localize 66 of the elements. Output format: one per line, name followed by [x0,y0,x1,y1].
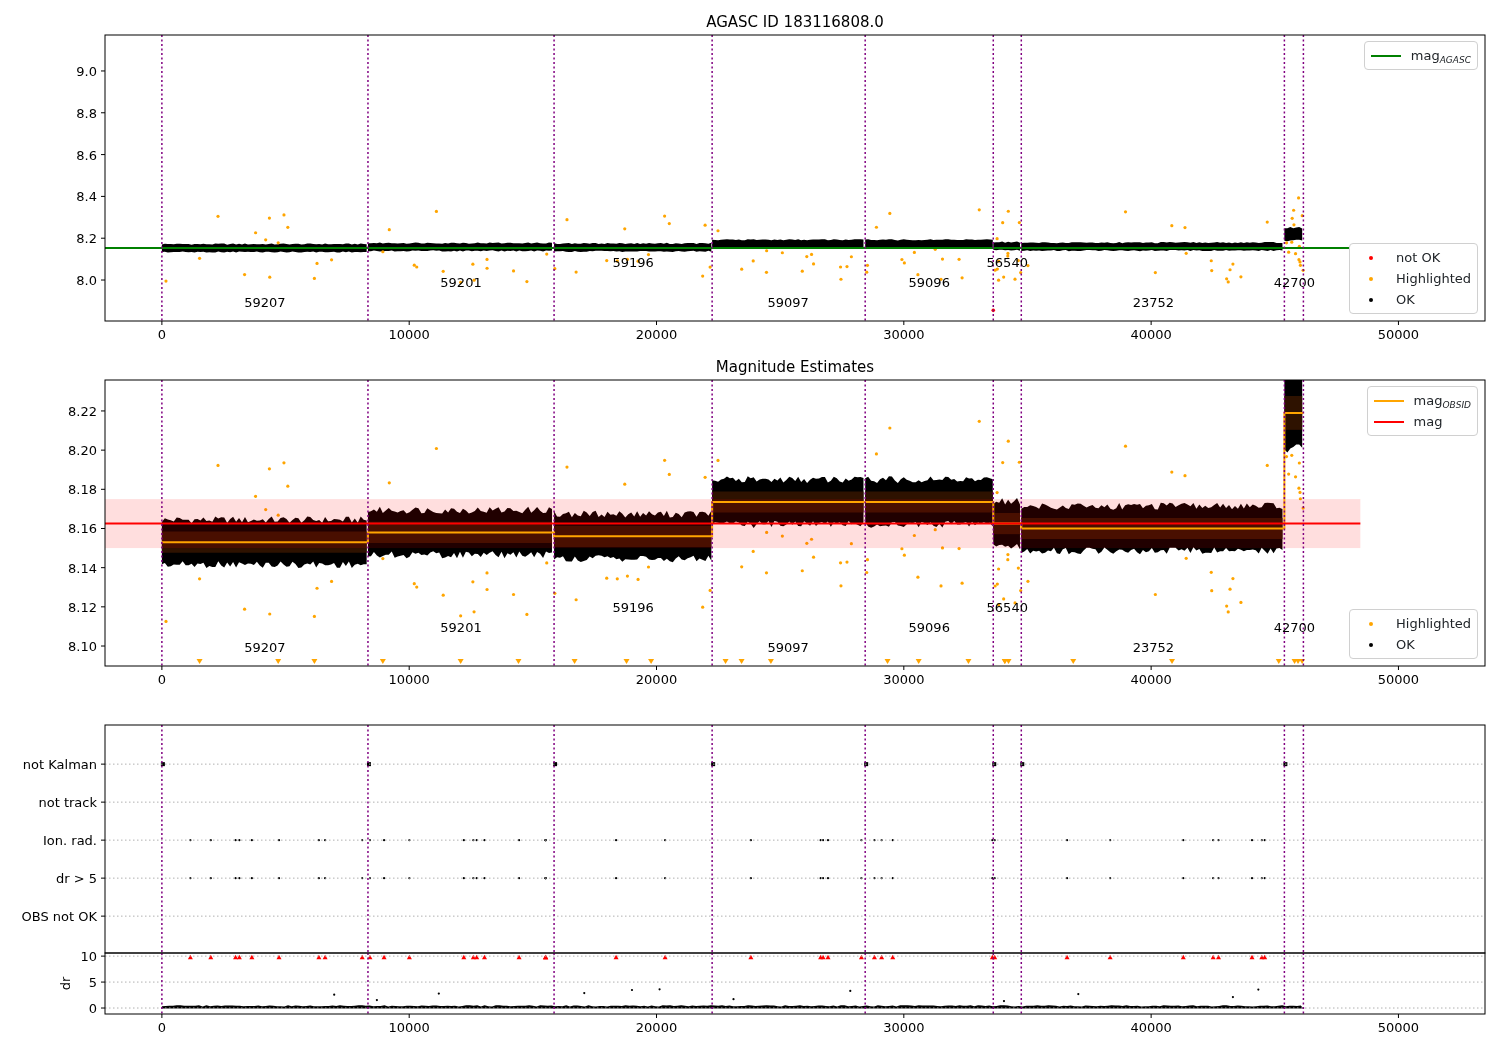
tick-label: 40000 [1130,1020,1172,1035]
tick-label: Ion. rad. [43,833,97,849]
obsid-label: 59201 [440,620,482,635]
axis-label: dr [58,976,73,991]
tick-label: 10 [80,949,97,965]
tick-label: 5 [88,975,97,991]
tick-label: 50000 [1377,1020,1420,1035]
legend-label: Highlighted [1396,615,1471,633]
tick-label: 30000 [883,1020,925,1035]
tick-label: 9.0 [76,63,97,79]
obsid-label: 59207 [244,640,286,655]
tick-label: 0 [88,1001,97,1017]
obsid-label: 59201 [440,275,482,290]
tick-label: 30000 [883,327,925,342]
tick-label: 8.6 [76,147,97,163]
obsid-label: 56540 [986,255,1028,270]
obsid-label: 59096 [908,620,950,635]
legend-label: not OK [1396,249,1441,267]
obsid-label: 23752 [1132,295,1174,310]
tick-label: OBS not OK [21,909,97,925]
tick-label: 50000 [1377,327,1420,342]
legend-label: mag [1413,413,1443,431]
tick-label: 30000 [883,672,925,687]
tick-label: 10000 [388,327,430,342]
obsid-label: 56540 [986,600,1028,615]
obsid-label: 42700 [1273,275,1316,290]
tick-label: 20000 [635,672,678,687]
tick-label: not track [38,795,97,811]
tick-label: 40000 [1130,672,1172,687]
obsid-label: 59196 [612,255,654,270]
obsid-label: 59097 [767,640,809,655]
tick-label: 10000 [388,1020,430,1035]
tick-label: 8.20 [68,443,97,459]
legend-label: OK [1396,636,1415,654]
tick-label: 20000 [635,1020,678,1035]
chart-title: AGASC ID 183116808.0 [706,13,884,31]
tick-label: 8.4 [76,189,97,205]
obsid-label: 23752 [1132,640,1174,655]
legend-label: Highlighted [1396,270,1471,288]
tick-label: 50000 [1377,672,1420,687]
tick-label: 10000 [388,672,430,687]
tick-label: 8.16 [68,521,97,537]
chart-title: Magnitude Estimates [715,358,875,376]
legend-label: mag$_{AGASC}$ [1410,47,1471,66]
tick-label: 40000 [1130,327,1172,342]
tick-label: 8.0 [76,273,97,288]
obsid-label: 59207 [244,295,286,310]
tick-label: 8.14 [68,560,97,576]
obsid-label: 59096 [908,275,950,290]
tick-label: not Kalman [22,757,97,773]
tick-label: 8.10 [68,639,97,654]
tick-label: 20000 [635,327,678,342]
tick-label: 8.8 [76,105,97,121]
tick-label: 8.12 [68,599,97,615]
tick-label: 0 [157,327,166,342]
tick-label: 8.2 [76,231,97,247]
obsid-label: 59097 [767,295,809,310]
tick-label: 0 [157,1020,166,1035]
legend-label: OK [1396,291,1415,309]
obsid-label: 59196 [612,600,654,615]
tick-label: 8.22 [68,403,97,419]
tick-label: 8.18 [68,482,97,498]
tick-label: 0 [157,672,166,687]
obsid-label: 42700 [1273,620,1316,635]
tick-label: dr > 5 [55,871,97,887]
legend-label: mag$_{OBSID}$ [1413,392,1471,411]
